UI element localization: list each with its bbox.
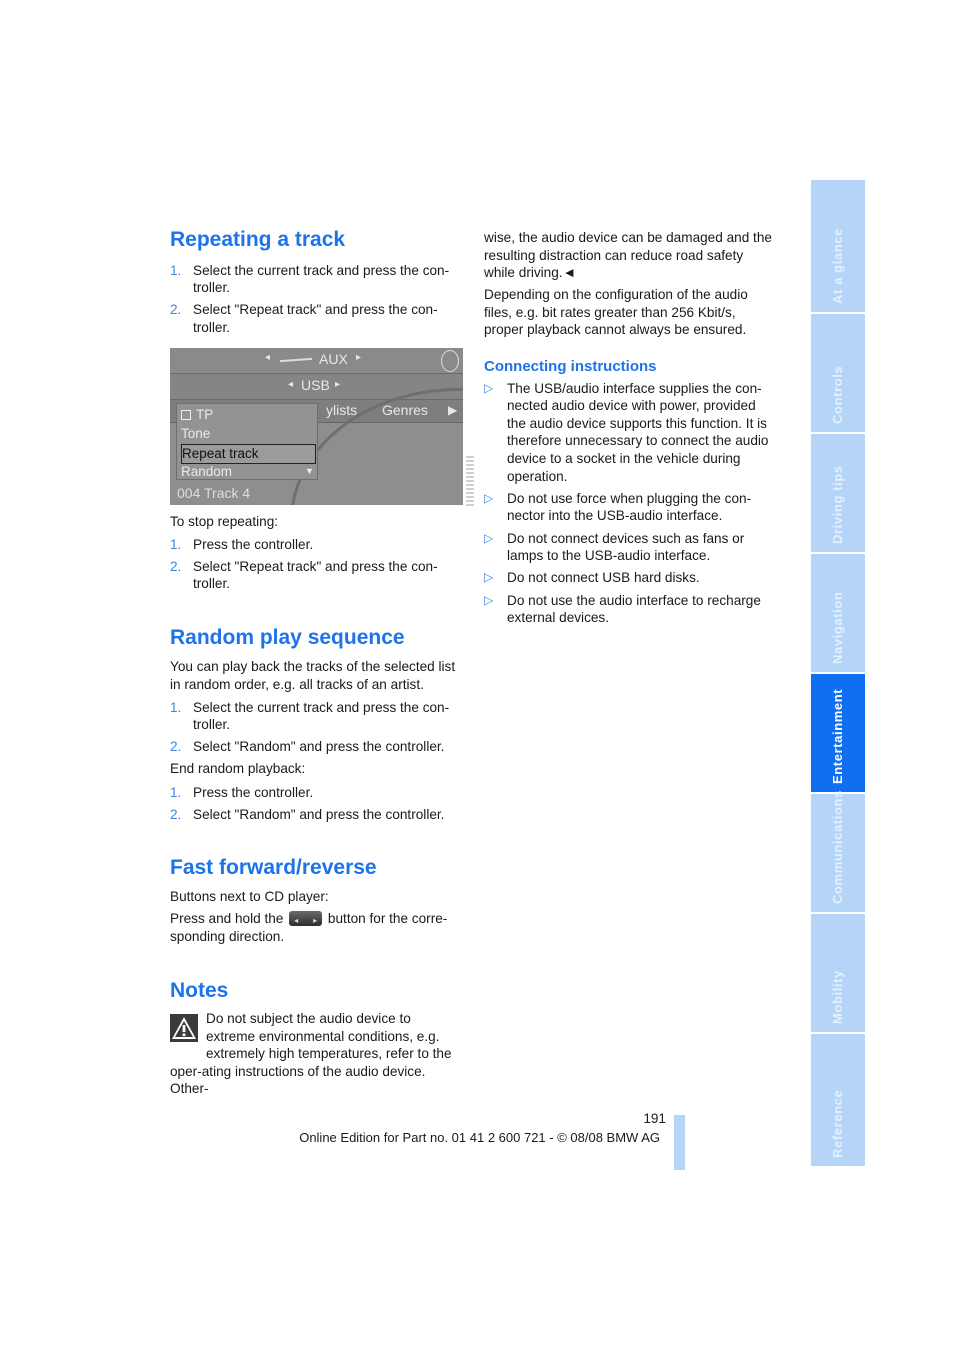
screen-aux-label: AUX [319, 351, 348, 367]
tab-navigation[interactable]: Navigation [811, 554, 865, 672]
list-item: 1. Press the controller. [170, 536, 314, 552]
aux-cable-icon [279, 357, 313, 363]
page-marker-bar [674, 1115, 685, 1170]
left-arrow-icon: ◂ [288, 379, 294, 390]
random-steps: 1. Select the current track and press the… [170, 694, 462, 756]
tab-at-a-glance[interactable]: At a glance [811, 180, 865, 312]
page-number: 191 [643, 1111, 666, 1126]
image-code [466, 456, 474, 506]
random-intro: You can play back the tracks of the sele… [170, 659, 456, 692]
warning-continuation: wise, the audio device can be damaged an… [484, 230, 772, 281]
ff-line2: Press and hold the ◂ ▸ button for the cor… [170, 910, 448, 944]
stop-steps: 1. Press the controller. 2. Select "Repeat… [170, 531, 462, 593]
end-random-label: End random playback: [170, 761, 306, 776]
bullet-triangle-icon: ▷ [484, 570, 494, 585]
ff-line1: Buttons next to CD player: [170, 889, 329, 904]
list-item: ▷ Do not use force when plugging the con-… [484, 490, 752, 524]
list-item: 1. Select the current track and press the… [170, 699, 450, 733]
tab-controls[interactable]: Controls [811, 314, 865, 432]
list-item: ▷ Do not connect USB hard disks. [484, 570, 700, 586]
idrive-screen-image: ◂ AUX ▸ ◂ USB ▸ ylists Genres ▶ TP Tone … [170, 348, 463, 505]
list-item: ▷ Do not use the audio interface to recha… [484, 592, 761, 626]
tab-mobility[interactable]: Mobility [811, 914, 865, 1032]
left-arrow-icon: ◂ [265, 352, 271, 363]
heading-notes: Notes [170, 979, 229, 1002]
stop-repeating-label: To stop repeating: [170, 514, 279, 529]
list-item: 1. Press the controller. [170, 784, 314, 800]
edition-footer: Online Edition for Part no. 01 41 2 600 … [299, 1130, 660, 1145]
controller-icon [441, 350, 459, 372]
tab-reference[interactable]: Reference [811, 1034, 865, 1166]
seek-button-icon: ◂ ▸ [289, 910, 323, 926]
screen-popup-menu: TP Tone Repeat track Random ▼ [176, 403, 318, 480]
bullet-triangle-icon: ▷ [484, 490, 494, 505]
bullet-triangle-icon: ▷ [484, 530, 494, 545]
heading-fast-forward: Fast forward/reverse [170, 856, 377, 879]
right-arrow-icon: ▸ [335, 379, 341, 390]
config-note: Depending on the configuration of the au… [484, 287, 748, 338]
heading-connecting-instructions: Connecting instructions [484, 358, 657, 375]
end-random-steps: 1. Press the controller. 2. Select "Random… [170, 779, 462, 823]
heading-repeating-a-track: Repeating a track [170, 228, 346, 251]
tab-driving-tips[interactable]: Driving tips [811, 434, 865, 552]
list-item: ▷ Do not connect devices such as fans or … [484, 530, 745, 564]
list-item: 1. Select the current track and press the… [170, 262, 450, 296]
list-item: ▷ The USB/audio interface supplies the co… [484, 380, 769, 484]
screen-menu-item-selected: Repeat track [181, 444, 316, 464]
list-item: 2. Select "Repeat track" and press the co… [170, 302, 438, 335]
screen-tab-playlists: ylists [326, 402, 358, 418]
list-item: 2. Select "Repeat track" and press the co… [170, 558, 438, 592]
screen-row-aux: ◂ AUX ▸ [170, 348, 463, 374]
list-item: 2. Select "Random" and press the controll… [170, 739, 445, 755]
list-item: 2. Select "Random" and press the controll… [170, 806, 445, 822]
screen-usb-label: USB [301, 377, 330, 393]
bullet-triangle-icon: ▷ [484, 592, 494, 607]
screen-menu-item: Tone [181, 426, 211, 441]
screen-menu-item: Random [181, 464, 233, 479]
repeat-steps: 1. Select the current track and press the… [170, 257, 462, 337]
right-arrow-icon: ▸ [356, 352, 362, 363]
checkbox-icon [181, 410, 191, 420]
scroll-down-icon: ▼ [305, 466, 314, 476]
warning-text: Do not subject the audio device to extre… [170, 1011, 452, 1097]
bullet-triangle-icon: ▷ [484, 380, 494, 395]
tab-communications[interactable]: Communications [811, 790, 865, 912]
tab-entertainment[interactable]: Entertainment [811, 674, 865, 792]
screen-menu-item: TP [181, 406, 314, 424]
connecting-list: ▷ The USB/audio interface supplies the co… [484, 375, 776, 627]
end-mark-icon: ◄ [562, 265, 577, 281]
heading-random-play: Random play sequence [170, 626, 405, 649]
screen-track-label: 004 Track 4 [177, 485, 251, 501]
